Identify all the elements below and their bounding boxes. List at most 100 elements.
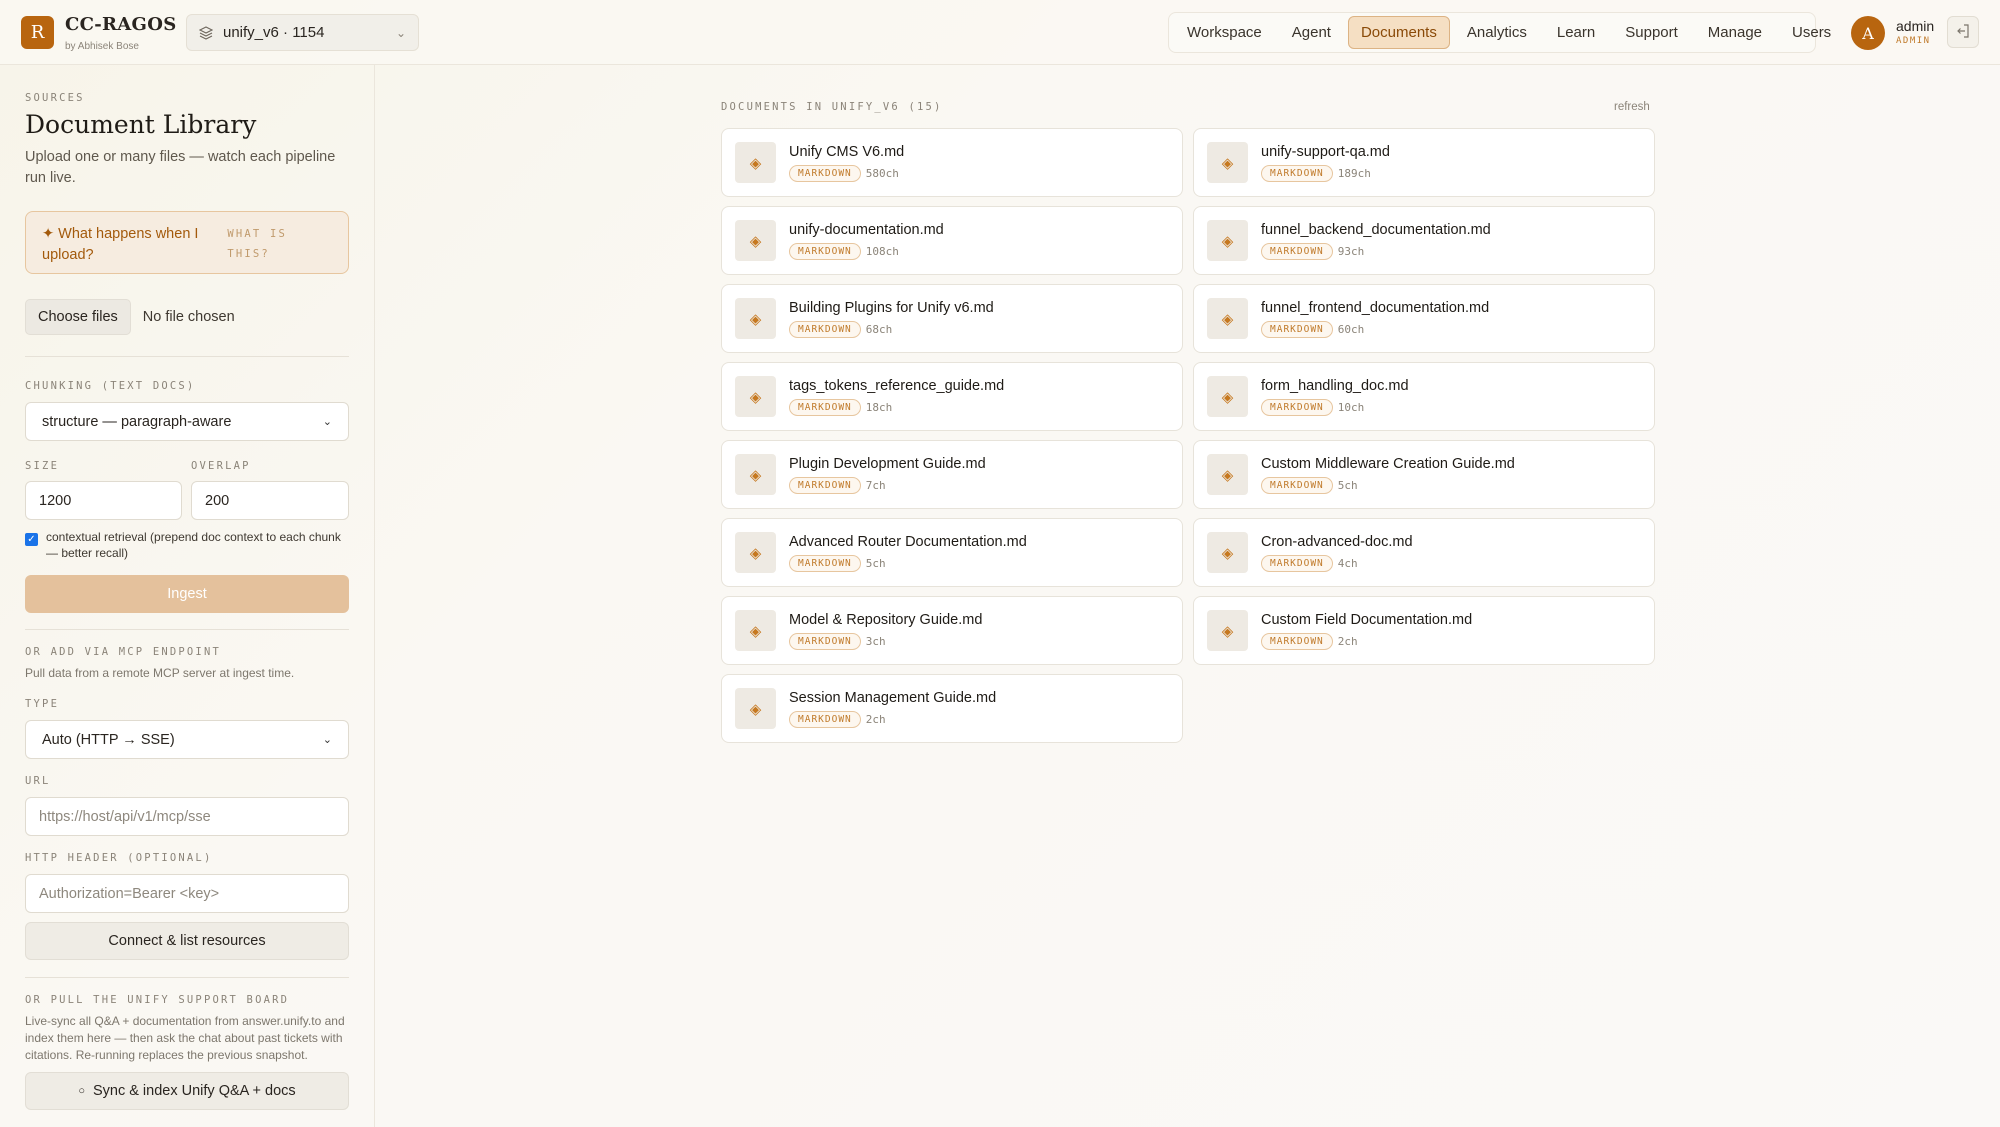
upload-info-box[interactable]: ✦ What happens when I upload? WHAT IS TH… xyxy=(25,211,349,274)
document-card[interactable]: ◈ unify-documentation.md MARKDOWN 108ch xyxy=(721,206,1183,275)
nav-learn[interactable]: Learn xyxy=(1544,16,1608,49)
document-name[interactable]: Session Management Guide.md xyxy=(789,690,996,706)
chevron-down-icon: ⌄ xyxy=(395,25,406,40)
sources-label: SOURCES xyxy=(25,92,85,104)
avatar[interactable]: A xyxy=(1851,16,1885,50)
mcp-header-label: HTTP HEADER (OPTIONAL) xyxy=(25,852,213,864)
document-card[interactable]: ◈ funnel_backend_documentation.md MARKDOWN… xyxy=(1193,206,1655,275)
document-card[interactable]: ◈ Custom Field Documentation.md MARKDOWN 2c… xyxy=(1193,596,1655,665)
file-picker: Choose files No file chosen xyxy=(25,299,349,335)
nav-workspace[interactable]: Workspace xyxy=(1174,16,1275,49)
document-card[interactable]: ◈ form_handling_doc.md MARKDOWN 10ch xyxy=(1193,362,1655,431)
document-size: 10ch xyxy=(1337,400,1365,414)
document-card[interactable]: ◈ Custom Middleware Creation Guide.md MARK… xyxy=(1193,440,1655,509)
nav-support[interactable]: Support xyxy=(1612,16,1691,49)
document-card[interactable]: ◈ Session Management Guide.md MARKDOWN 2ch xyxy=(721,674,1183,743)
top-bar: R CC-RAGOS by Abhisek Bose unify_v6 · 11… xyxy=(0,0,2000,65)
document-name[interactable]: Custom Middleware Creation Guide.md xyxy=(1261,456,1515,472)
document-name[interactable]: Custom Field Documentation.md xyxy=(1261,612,1472,628)
divider xyxy=(25,356,349,357)
document-name[interactable]: form_handling_doc.md xyxy=(1261,378,1409,394)
document-name[interactable]: Unify CMS V6.md xyxy=(789,144,904,160)
size-input[interactable]: 1200 xyxy=(25,481,182,520)
document-card[interactable]: ◈ Building Plugins for Unify v6.md MARKDOW… xyxy=(721,284,1183,353)
document-name[interactable]: tags_tokens_reference_guide.md xyxy=(789,378,1004,394)
document-card[interactable]: ◈ Model & Repository Guide.md MARKDOWN 3ch xyxy=(721,596,1183,665)
document-size: 93ch xyxy=(1337,244,1365,258)
document-card[interactable]: ◈ Cron-advanced-doc.md MARKDOWN 4ch xyxy=(1193,518,1655,587)
document-info: Plugin Development Guide.md MARKDOWN 7ch xyxy=(789,456,986,494)
connect-resources-button[interactable]: Connect & list resources xyxy=(25,922,349,960)
brand-name: CC-RAGOS xyxy=(65,14,177,35)
nav-agent[interactable]: Agent xyxy=(1279,16,1344,49)
mcp-header-input[interactable]: Authorization=Bearer <key> xyxy=(25,874,349,913)
upload-info-question[interactable]: ✦ What happens when I upload? xyxy=(42,224,207,263)
logout-button[interactable] xyxy=(1947,16,1979,48)
support-section-label: OR PULL THE UNIFY SUPPORT BOARD xyxy=(25,994,290,1006)
page-subtitle: Upload one or many files — watch each pi… xyxy=(25,149,336,186)
document-info: Model & Repository Guide.md MARKDOWN 3ch xyxy=(789,612,982,650)
document-name[interactable]: Model & Repository Guide.md xyxy=(789,612,982,628)
document-info: funnel_backend_documentation.md MARKDOWN 9… xyxy=(1261,222,1491,260)
document-type-badge: MARKDOWN xyxy=(1261,164,1333,182)
mcp-type-select[interactable]: Auto (HTTP → SSE) ⌄ xyxy=(25,720,349,759)
size-label: SIZE xyxy=(25,460,60,472)
document-name[interactable]: Building Plugins for Unify v6.md xyxy=(789,300,994,316)
support-description: Live-sync all Q&A + documentation from a… xyxy=(25,1014,345,1062)
document-name[interactable]: Advanced Router Documentation.md xyxy=(789,534,1027,550)
document-type-badge: MARKDOWN xyxy=(1261,554,1333,572)
markdown-file-icon: ◈ xyxy=(1207,220,1248,261)
divider xyxy=(25,977,349,978)
sync-support-button[interactable]: ○ Sync & index Unify Q&A + docs xyxy=(25,1072,349,1110)
sidebar: SOURCES Document Library Upload one or m… xyxy=(0,65,375,1127)
document-type-badge: MARKDOWN xyxy=(789,476,861,494)
markdown-file-icon: ◈ xyxy=(735,376,776,417)
chunking-select[interactable]: structure — paragraph-aware ⌄ xyxy=(25,402,349,441)
mcp-url-input[interactable]: https://host/api/v1/mcp/sse xyxy=(25,797,349,836)
document-card[interactable]: ◈ Plugin Development Guide.md MARKDOWN 7ch xyxy=(721,440,1183,509)
document-meta: MARKDOWN 108ch xyxy=(789,242,944,260)
document-info: unify-support-qa.md MARKDOWN 189ch xyxy=(1261,144,1390,182)
document-card[interactable]: ◈ unify-support-qa.md MARKDOWN 189ch xyxy=(1193,128,1655,197)
document-card[interactable]: ◈ funnel_frontend_documentation.md MARKDOW… xyxy=(1193,284,1655,353)
markdown-file-icon: ◈ xyxy=(1207,532,1248,573)
document-size: 5ch xyxy=(1337,478,1358,492)
document-card[interactable]: ◈ tags_tokens_reference_guide.md MARKDOWN 1… xyxy=(721,362,1183,431)
markdown-file-icon: ◈ xyxy=(735,298,776,339)
document-name[interactable]: funnel_backend_documentation.md xyxy=(1261,222,1491,238)
document-name[interactable]: Cron-advanced-doc.md xyxy=(1261,534,1413,550)
markdown-file-icon: ◈ xyxy=(1207,142,1248,183)
markdown-file-icon: ◈ xyxy=(1207,454,1248,495)
file-status: No file chosen xyxy=(142,309,235,325)
document-meta: MARKDOWN 5ch xyxy=(789,554,1027,572)
markdown-file-icon: ◈ xyxy=(735,532,776,573)
brand-logo[interactable]: R xyxy=(21,16,54,49)
what-is-this-link[interactable]: WHAT IS THIS? xyxy=(227,224,332,261)
document-name[interactable]: unify-documentation.md xyxy=(789,222,944,238)
overlap-input[interactable]: 200 xyxy=(191,481,349,520)
nav-manage[interactable]: Manage xyxy=(1695,16,1775,49)
document-size: 7ch xyxy=(865,478,886,492)
document-name[interactable]: Plugin Development Guide.md xyxy=(789,456,986,472)
document-size: 4ch xyxy=(1337,556,1358,570)
document-name[interactable]: unify-support-qa.md xyxy=(1261,144,1390,160)
nav-documents[interactable]: Documents xyxy=(1347,16,1450,49)
choose-files-button[interactable]: Choose files xyxy=(25,299,131,335)
ingest-button[interactable]: Ingest xyxy=(25,575,349,613)
document-meta: MARKDOWN 189ch xyxy=(1261,164,1390,182)
nav-analytics[interactable]: Analytics xyxy=(1454,16,1540,49)
chevron-down-icon: ⌄ xyxy=(322,416,332,428)
document-card[interactable]: ◈ Advanced Router Documentation.md MARKDOW… xyxy=(721,518,1183,587)
document-info: funnel_frontend_documentation.md MARKDOWN… xyxy=(1261,300,1489,338)
document-meta: MARKDOWN 10ch xyxy=(1261,398,1409,416)
workspace-selector[interactable]: unify_v6 · 1154 ⌄ xyxy=(186,14,419,51)
contextual-retrieval-checkbox[interactable]: ✓ xyxy=(25,533,38,546)
document-card[interactable]: ◈ Unify CMS V6.md MARKDOWN 580ch xyxy=(721,128,1183,197)
document-meta: MARKDOWN 60ch xyxy=(1261,320,1489,338)
nav-users[interactable]: Users xyxy=(1779,16,1844,49)
document-size: 60ch xyxy=(1337,322,1365,336)
document-name[interactable]: funnel_frontend_documentation.md xyxy=(1261,300,1489,316)
document-type-badge: MARKDOWN xyxy=(789,320,861,338)
document-info: tags_tokens_reference_guide.md MARKDOWN 18… xyxy=(789,378,1004,416)
refresh-link[interactable]: refresh xyxy=(1614,101,1650,113)
